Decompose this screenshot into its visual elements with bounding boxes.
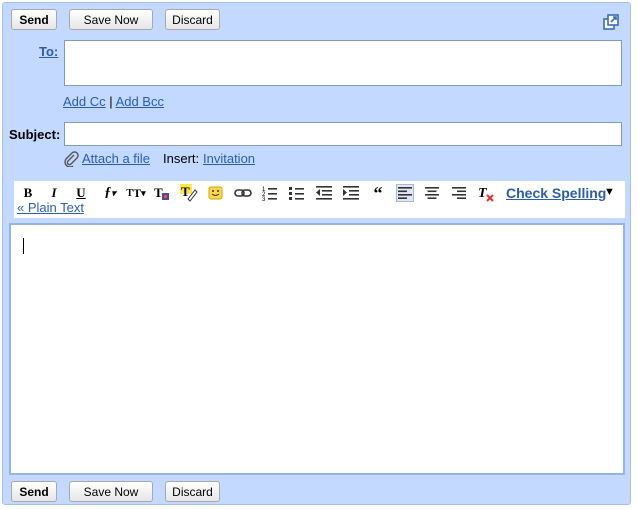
to-label[interactable]: To: [39, 44, 58, 59]
formatting-toolbar: B I U ƒ ▾ T T ▾ T T 123 “ T Check Spelling … [14, 181, 625, 218]
send-button-bottom[interactable]: Send [11, 481, 57, 502]
check-spelling-dropdown-icon[interactable]: ▼ [604, 186, 615, 198]
to-field[interactable] [64, 40, 622, 86]
save-now-button-bottom[interactable]: Save Now [69, 481, 153, 502]
align-left-icon[interactable] [396, 184, 414, 202]
highlight-icon[interactable]: T [180, 184, 198, 202]
discard-button-bottom[interactable]: Discard [165, 481, 220, 502]
link-icon[interactable] [234, 184, 252, 202]
add-cc-link[interactable]: Add Cc [63, 94, 106, 109]
subject-input[interactable] [64, 122, 622, 146]
check-spelling-link[interactable]: Check Spelling [506, 185, 606, 201]
subject-label: Subject: [9, 127, 61, 142]
message-body-editor[interactable] [9, 223, 625, 475]
remove-formatting-icon[interactable]: T [477, 184, 495, 202]
invitation-link[interactable]: Invitation [203, 151, 255, 166]
discard-button[interactable]: Discard [165, 9, 220, 30]
font-size-icon[interactable]: T T ▾ [125, 184, 147, 202]
attach-row: Attach a file Insert: Invitation [63, 150, 463, 168]
cc-bcc-links: Add Cc | Add Bcc [63, 94, 164, 109]
add-bcc-link[interactable]: Add Bcc [116, 94, 164, 109]
svg-text:T: T [154, 185, 163, 200]
plain-text-link[interactable]: « Plain Text [17, 200, 84, 215]
svg-text:T: T [478, 186, 488, 201]
numbered-list-icon[interactable]: 123 [261, 184, 279, 202]
attach-file-link[interactable]: Attach a file [82, 151, 150, 166]
text-caret [23, 238, 24, 254]
popout-icon[interactable] [603, 14, 619, 30]
insert-label: Insert: [163, 151, 200, 166]
svg-text:3: 3 [262, 197, 266, 201]
quote-icon[interactable]: “ [369, 183, 387, 203]
send-button[interactable]: Send [11, 9, 57, 30]
align-right-icon[interactable] [450, 184, 468, 202]
save-now-button[interactable]: Save Now [69, 9, 153, 30]
link-separator: | [109, 94, 113, 109]
emoticon-icon[interactable] [207, 184, 225, 202]
outdent-icon[interactable] [315, 184, 333, 202]
bulleted-list-icon[interactable] [288, 184, 306, 202]
svg-text:T: T [181, 184, 190, 199]
font-icon[interactable]: ƒ ▾ [99, 184, 121, 202]
align-center-icon[interactable] [423, 184, 441, 202]
paperclip-icon [63, 151, 79, 170]
text-color-icon[interactable]: T [153, 184, 171, 202]
indent-icon[interactable] [342, 184, 360, 202]
